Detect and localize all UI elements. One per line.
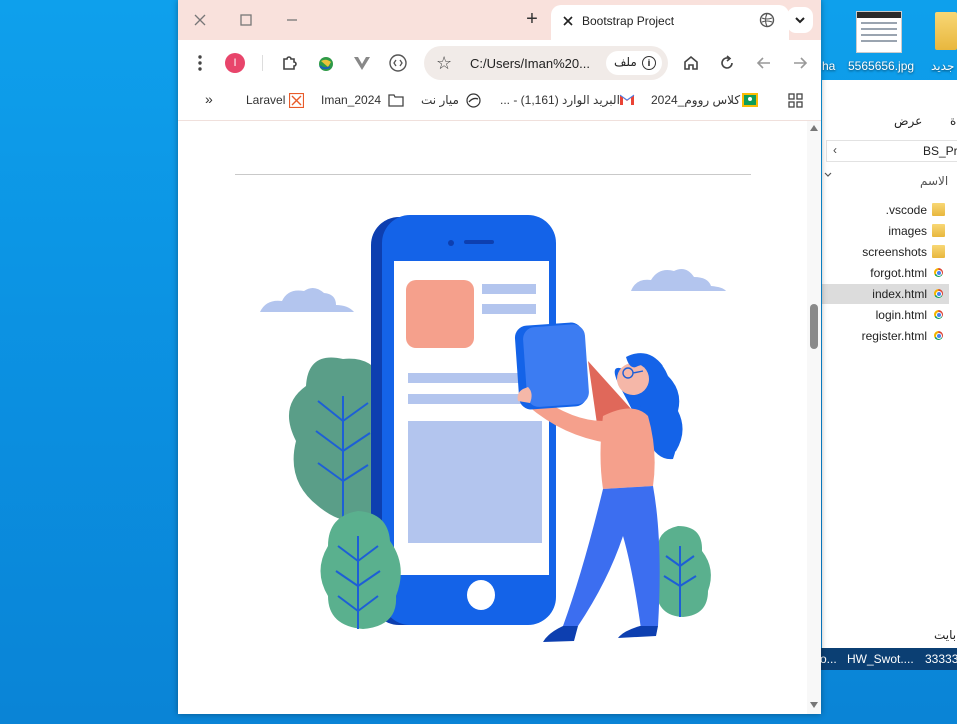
bookmark-mayar-net[interactable]: ميار نت: [421, 93, 459, 107]
site-info-chip[interactable]: ملف i: [606, 51, 662, 75]
scroll-up-icon[interactable]: [810, 125, 818, 131]
forward-arrow-icon[interactable]: [789, 52, 811, 74]
back-arrow-icon[interactable]: [753, 52, 775, 74]
cloud-left: [260, 287, 354, 312]
chevron-down-icon[interactable]: [824, 166, 832, 177]
apps-grid-icon[interactable]: [788, 93, 803, 108]
explorer-tab-view[interactable]: عرض: [894, 114, 922, 128]
list-item[interactable]: .vscode: [822, 200, 949, 220]
globe-icon: [759, 12, 775, 33]
image-thumbnail-icon[interactable]: [856, 11, 902, 53]
file-name: images: [888, 224, 927, 238]
new-tab-button[interactable]: +: [521, 8, 543, 30]
maximize-button[interactable]: [236, 10, 256, 30]
more-bookmarks-button[interactable]: »: [205, 91, 213, 107]
avatar[interactable]: I: [225, 53, 245, 73]
tab-bootstrap-project[interactable]: Bootstrap Project: [551, 5, 789, 40]
status-bar-text: بايت: [934, 628, 957, 642]
chrome-file-icon: [934, 310, 943, 319]
taskbar-item[interactable]: o...: [820, 652, 837, 666]
folder-icon: [932, 245, 945, 258]
folder-icon[interactable]: [935, 12, 957, 50]
scrollbar-thumb[interactable]: [810, 304, 818, 349]
vue-devtools-icon[interactable]: [351, 52, 373, 74]
file-explorer-window: عرض ة ‹ BS_Pro الاسم .vscode images scre…: [822, 80, 957, 648]
site-info-label: ملف: [614, 55, 637, 69]
home-icon[interactable]: [680, 52, 702, 74]
desktop-icon-label-jpg[interactable]: 5565656.jpg: [848, 59, 914, 73]
bookmarks-bar: » Laravel Iman_2024 ميار نت البريد الوار…: [178, 86, 821, 121]
bookmark-star-icon[interactable]: ☆: [436, 52, 452, 74]
browser-window: + Bootstrap Project I ☆ C:/Users/Iman%20…: [178, 0, 821, 714]
path-text: BS_Pro: [923, 144, 957, 158]
tab-search-button[interactable]: [787, 7, 813, 33]
laravel-icon: [288, 92, 305, 109]
file-name: register.html: [861, 329, 927, 343]
explorer-tab-edge[interactable]: ة: [950, 114, 956, 128]
menu-kebab-icon[interactable]: [189, 52, 211, 74]
list-item[interactable]: register.html: [822, 326, 949, 346]
tab-strip: + Bootstrap Project: [178, 0, 821, 40]
file-name: forgot.html: [870, 266, 927, 280]
folder-icon: [932, 224, 945, 237]
list-item[interactable]: screenshots: [822, 242, 949, 262]
file-name: screenshots: [862, 245, 927, 259]
list-item[interactable]: images: [822, 221, 949, 241]
taskbar: o... HW_Swot.... 33333: [810, 648, 957, 670]
chevron-left-icon: ‹: [833, 143, 837, 157]
site-icon: [466, 93, 481, 108]
chrome-file-icon: [934, 289, 943, 298]
bookmark-laravel[interactable]: Laravel: [246, 93, 285, 107]
folder-icon: [932, 203, 945, 216]
desktop-icon-label-new[interactable]: جديد: [931, 59, 954, 73]
reload-icon[interactable]: [716, 52, 738, 74]
file-name: login.html: [875, 308, 927, 322]
extensions-puzzle-icon[interactable]: [279, 52, 301, 74]
extension-globe-icon[interactable]: [315, 52, 337, 74]
chrome-file-icon: [934, 268, 943, 277]
close-window-button[interactable]: [190, 10, 210, 30]
bookmark-iman-2024[interactable]: Iman_2024: [321, 93, 381, 107]
desktop-icon-label-ha[interactable]: ha: [822, 59, 835, 73]
taskbar-item[interactable]: 33333: [925, 652, 957, 666]
folder-icon: [388, 93, 404, 107]
page-content: [178, 121, 807, 714]
file-name: .vscode: [885, 203, 927, 217]
close-tab-icon[interactable]: [559, 12, 577, 30]
list-item[interactable]: forgot.html: [822, 263, 949, 283]
toolbar: I ☆ C:/Users/Iman%20... ملف i: [178, 40, 821, 86]
list-item-selected[interactable]: index.html: [822, 284, 949, 304]
vertical-scrollbar[interactable]: [807, 121, 821, 714]
taskbar-item[interactable]: HW_Swot....: [847, 652, 914, 666]
cloud-right: [631, 269, 726, 291]
list-item[interactable]: login.html: [822, 305, 949, 325]
address-bar[interactable]: ‹ BS_Pro: [826, 140, 957, 162]
code-extension-icon[interactable]: [387, 52, 409, 74]
hero-illustration: [260, 215, 726, 642]
plant-right: [651, 526, 711, 617]
bookmark-classroom[interactable]: كلاس رووم_2024: [651, 93, 740, 107]
file-name: index.html: [872, 287, 927, 301]
info-icon: i: [642, 56, 656, 70]
classroom-icon: [742, 93, 758, 107]
tab-title: Bootstrap Project: [582, 14, 675, 28]
toolbar-divider: [262, 55, 263, 71]
minimize-button[interactable]: [282, 10, 302, 30]
bookmark-gmail-inbox[interactable]: البريد الوارد (1,161) - ...: [500, 93, 620, 107]
gmail-icon: [619, 93, 635, 107]
column-header-name[interactable]: الاسم: [920, 174, 948, 188]
url-text: C:/Users/Iman%20...: [470, 56, 590, 71]
address-bar[interactable]: ☆ C:/Users/Iman%20... ملف i: [424, 46, 668, 80]
chrome-file-icon: [934, 331, 943, 340]
scroll-down-icon[interactable]: [810, 702, 818, 708]
